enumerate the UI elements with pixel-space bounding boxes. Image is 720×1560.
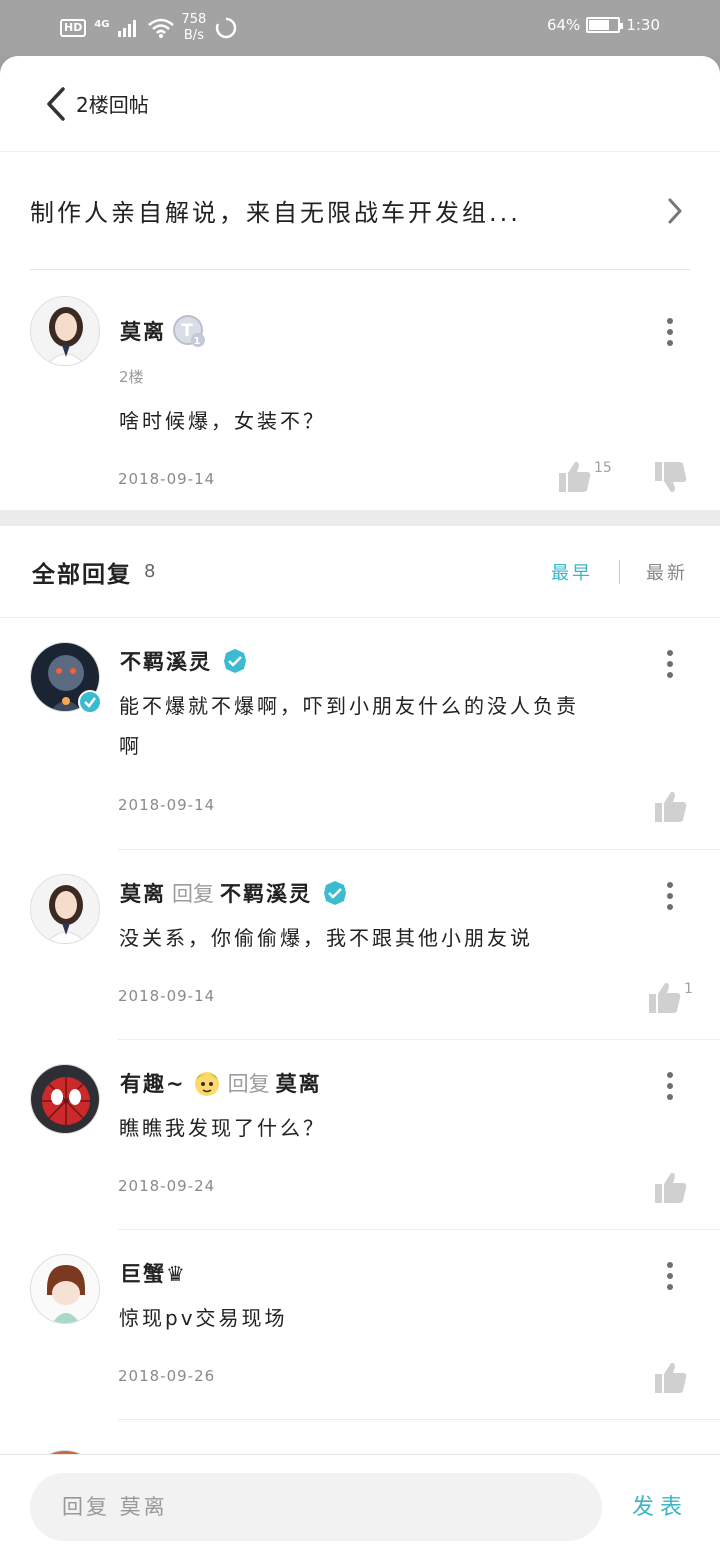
reply-content: 能不爆就不爆啊，吓到小朋友什么的没人负责 啊 (119, 686, 579, 766)
status-right: 64% 1:30 (547, 16, 660, 34)
sort-divider (619, 559, 620, 584)
reply-item: 莫离 回复 不羁溪灵 没关系，你偷偷爆，我不跟其他小朋友说 2018-09-14… (0, 850, 720, 1040)
replies-title: 全部回复 (32, 561, 132, 588)
sort-earliest-tab[interactable]: 最早 (551, 559, 593, 585)
page-title: 2楼回帖 (76, 93, 149, 117)
thumbs-up-icon (649, 982, 681, 1013)
topic-link[interactable]: 制作人亲自解说，来自无限战车开发组... (30, 152, 690, 270)
thumbs-up-icon (655, 1172, 687, 1203)
reply-word: 回复 (172, 882, 214, 906)
post-date: 2018-09-14 (118, 470, 216, 488)
status-left: HD 4G 758 B/s (60, 12, 238, 44)
main-post: 莫离 T 1 2楼 啥时候爆，女装不？ 2018-09-14 15 (0, 270, 720, 510)
reply-target[interactable]: 不羁溪灵 (220, 878, 312, 908)
cartoon-emoji-icon (194, 1072, 219, 1096)
avatar[interactable] (30, 1064, 100, 1134)
thumbs-down-icon (655, 462, 687, 493)
avatar[interactable] (30, 1254, 100, 1324)
reply-content-line: 能不爆就不爆啊，吓到小朋友什么的没人负责 (119, 694, 579, 718)
floor-label: 2楼 (119, 368, 144, 386)
reply-word: 回复 (227, 1072, 270, 1096)
like-button[interactable]: 15 (558, 460, 612, 494)
reply-sheet: 2楼回帖 制作人亲自解说，来自无限战车开发组... 莫离 T 1 2楼 啥时候爆… (0, 56, 720, 1560)
more-icon[interactable] (660, 312, 680, 352)
verified-icon (224, 649, 246, 673)
network-speed: 758 B/s (182, 12, 207, 44)
dislike-button[interactable] (654, 460, 688, 494)
replies-title-group: 全部回复 8 (32, 555, 155, 589)
chevron-right-icon (660, 196, 690, 226)
reply-date: 2018-09-24 (118, 1177, 216, 1195)
chevron-left-icon (47, 86, 65, 121)
reply-date: 2018-09-14 (118, 796, 216, 814)
thumbs-up-icon (655, 1362, 687, 1393)
reply-item: 有趣~ 回复 莫离 瞧瞧我发现了什么？ 2018-09-24 (0, 1040, 720, 1230)
svg-text:1: 1 (194, 336, 203, 347)
loading-icon (216, 17, 237, 39)
wifi-icon (147, 18, 174, 38)
reply-author: 莫离 回复 不羁溪灵 (120, 878, 348, 908)
like-button[interactable] (654, 1361, 688, 1395)
author-name[interactable]: 有趣~ (120, 1068, 186, 1098)
reply-content: 没关系，你偷偷爆，我不跟其他小朋友说 (119, 926, 533, 950)
more-icon[interactable] (660, 1066, 680, 1106)
post-content: 啥时候爆，女装不？ (119, 409, 326, 433)
reply-composer: 发表 (0, 1454, 720, 1560)
author-name: 不羁溪灵 (120, 650, 212, 674)
reply-author[interactable]: 巨蟹♛ (120, 1258, 187, 1288)
hd-icon: HD (60, 19, 87, 37)
reply-date: 2018-09-14 (118, 987, 216, 1005)
battery-percent: 64% (546, 16, 581, 34)
avatar[interactable] (30, 874, 100, 944)
reply-date: 2018-09-26 (118, 1367, 216, 1385)
like-count: 1 (684, 981, 693, 997)
signal-icon (117, 20, 136, 37)
status-bar: HD 4G 758 B/s 64% 1:30 (0, 0, 720, 56)
battery-fill (589, 20, 609, 30)
post-author[interactable]: 莫离 T 1 (120, 314, 206, 348)
avatar[interactable] (30, 296, 100, 366)
topic-title: 制作人亲自解说，来自无限战车开发组... (30, 199, 521, 227)
level-badge-icon: T 1 (173, 315, 205, 347)
replies-header: 全部回复 8 最早 最新 (0, 526, 720, 618)
reply-content: 惊现pv交易现场 (119, 1306, 288, 1330)
author-name[interactable]: 莫离 (120, 878, 166, 908)
reply-author: 有趣~ 回复 莫离 (120, 1068, 322, 1098)
speed-unit: B/s (183, 28, 204, 43)
speed-value: 758 (181, 12, 207, 27)
verified-icon (78, 690, 102, 714)
back-button[interactable] (36, 84, 76, 124)
more-icon[interactable] (660, 1256, 680, 1296)
verified-icon (324, 881, 346, 905)
reply-item: 巨蟹♛ 惊现pv交易现场 2018-09-26 (0, 1230, 720, 1420)
thumbs-up-icon (559, 461, 591, 492)
like-button[interactable] (654, 790, 688, 824)
reply-content: 瞧瞧我发现了什么？ (119, 1116, 326, 1140)
more-icon[interactable] (660, 644, 680, 684)
reply-author[interactable]: 不羁溪灵 (120, 646, 248, 676)
reply-input[interactable] (30, 1473, 602, 1541)
send-button[interactable]: 发表 (632, 1489, 688, 1521)
reply-divider (118, 1419, 720, 1420)
sort-controls: 最早 最新 (551, 559, 688, 585)
like-button[interactable] (654, 1171, 688, 1205)
reply-item: 不羁溪灵 能不爆就不爆啊，吓到小朋友什么的没人负责 啊 2018-09-14 (0, 618, 720, 850)
author-name: 莫离 (120, 320, 166, 344)
header: 2楼回帖 (0, 56, 720, 152)
reply-target[interactable]: 莫离 (276, 1068, 322, 1098)
clock: 1:30 (626, 16, 660, 34)
thumbs-up-icon (655, 791, 687, 822)
section-divider (0, 510, 720, 526)
reply-content-line: 啊 (119, 734, 142, 758)
like-button[interactable]: 1 (648, 981, 693, 1015)
replies-count: 8 (144, 561, 156, 582)
sort-latest-tab[interactable]: 最新 (646, 559, 688, 585)
author-name: 巨蟹♛ (120, 1262, 187, 1286)
battery-icon (586, 17, 624, 33)
more-icon[interactable] (660, 876, 680, 916)
network-label: 4G (94, 18, 110, 30)
like-count: 15 (594, 460, 612, 476)
